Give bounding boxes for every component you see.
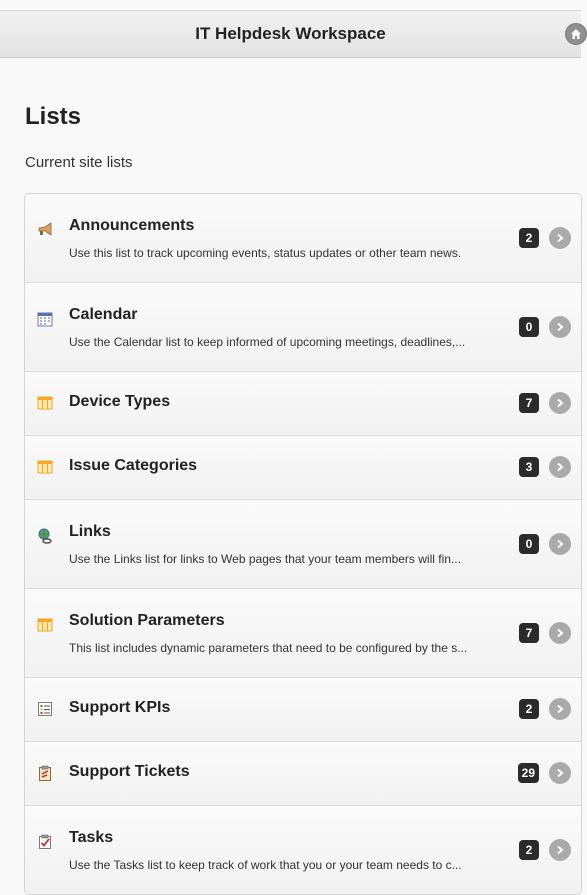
list-item-title: Calendar (69, 306, 138, 323)
table-icon (37, 459, 53, 475)
table-icon (37, 395, 53, 411)
app-title: IT Helpdesk Workspace (195, 24, 386, 43)
list-item-announcements[interactable]: Announcements Use this list to track upc… (25, 194, 581, 283)
home-icon[interactable] (565, 23, 587, 45)
item-count-badge: 2 (519, 699, 539, 719)
megaphone-icon (37, 222, 53, 238)
list-item-support-tickets[interactable]: Support Tickets 29 (25, 742, 581, 806)
clipboard-icon (37, 765, 53, 781)
list-item-title: Issue Categories (69, 457, 198, 474)
chevron-right-icon[interactable] (549, 392, 571, 414)
list-item-title: Device Types (69, 393, 171, 410)
page-title: Lists (25, 103, 82, 130)
app-header: IT Helpdesk Workspace (0, 10, 587, 58)
list-item-title: Solution Parameters (69, 612, 225, 629)
lists-container: Announcements Use this list to track upc… (24, 193, 582, 895)
item-count-badge: 3 (519, 457, 539, 477)
list-item-title: Announcements (69, 217, 195, 234)
list-item-description: This list includes dynamic parameters th… (69, 641, 468, 655)
page-subtitle: Current site lists (25, 154, 133, 171)
list-item-title: Links (69, 523, 111, 540)
list-item-support-kpis[interactable]: Support KPIs 2 (25, 678, 581, 742)
calendar-icon (37, 311, 53, 327)
links-icon (37, 528, 53, 544)
list-item-description: Use the Links list for links to Web page… (69, 552, 461, 566)
list-item-description: Use the Calendar list to keep informed o… (69, 335, 466, 349)
list-item-title: Support KPIs (69, 699, 171, 716)
kpi-icon (37, 701, 53, 717)
item-count-badge: 0 (519, 534, 539, 554)
item-count-badge: 7 (519, 623, 539, 643)
chevron-right-icon[interactable] (549, 316, 571, 338)
list-item-description: Use this list to track upcoming events, … (69, 246, 462, 260)
item-count-badge: 29 (517, 763, 539, 783)
tasks-icon (37, 834, 53, 850)
list-item-description: Use the Tasks list to keep track of work… (69, 858, 462, 872)
chevron-right-icon[interactable] (549, 227, 571, 249)
chevron-right-icon[interactable] (549, 533, 571, 555)
list-item-calendar[interactable]: Calendar Use the Calendar list to keep i… (25, 283, 581, 372)
list-item-issue-categories[interactable]: Issue Categories 3 (25, 436, 581, 500)
chevron-right-icon[interactable] (549, 456, 571, 478)
list-item-solution-parameters[interactable]: Solution Parameters This list includes d… (25, 589, 581, 678)
chevron-right-icon[interactable] (549, 698, 571, 720)
table-icon (37, 617, 53, 633)
list-item-title: Support Tickets (69, 763, 190, 780)
item-count-badge: 7 (519, 393, 539, 413)
chevron-right-icon[interactable] (549, 622, 571, 644)
item-count-badge: 2 (519, 840, 539, 860)
item-count-badge: 2 (519, 228, 539, 248)
item-count-badge: 0 (519, 317, 539, 337)
list-item-title: Tasks (69, 829, 114, 846)
list-item-links[interactable]: Links Use the Links list for links to We… (25, 500, 581, 589)
chevron-right-icon[interactable] (549, 839, 571, 861)
chevron-right-icon[interactable] (549, 762, 571, 784)
list-item-device-types[interactable]: Device Types 7 (25, 372, 581, 436)
